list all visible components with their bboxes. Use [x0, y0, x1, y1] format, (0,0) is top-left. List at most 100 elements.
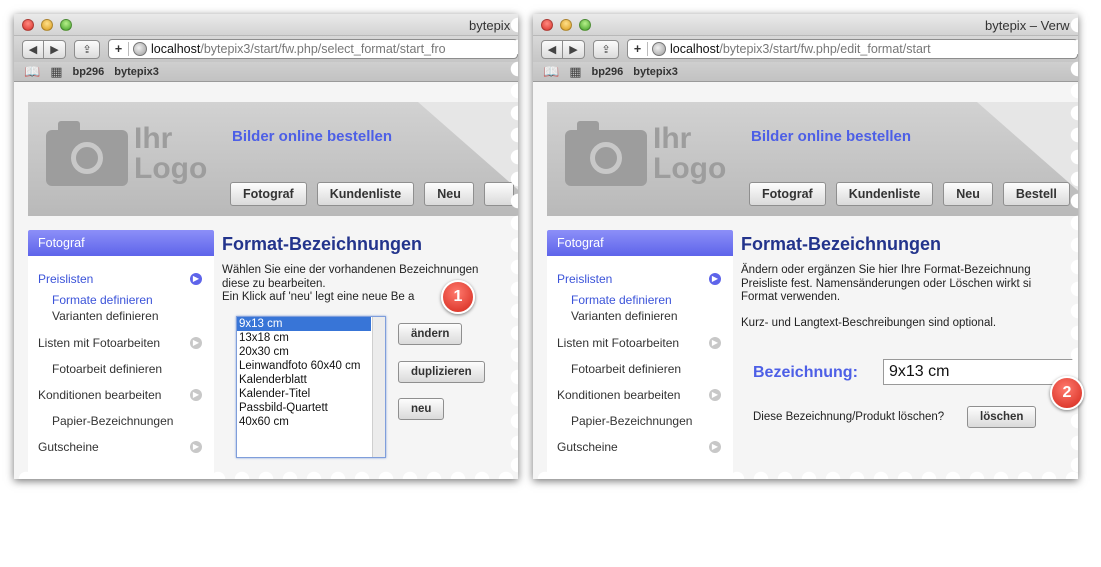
left-browser-window: bytepix ◀ ▶ ⇪ + localhost/bytepix3/start…: [14, 14, 518, 479]
sidebar-item-listen-fotoarbeiten[interactable]: Listen mit Fotoarbeiten ▶: [28, 330, 214, 356]
share-button[interactable]: ⇪: [593, 39, 619, 59]
nav-kundenliste-button[interactable]: Kundenliste: [316, 182, 415, 206]
step-badge-2: 2: [1050, 376, 1084, 410]
nav-neu-button[interactable]: Neu: [943, 182, 993, 206]
list-item[interactable]: 20x30 cm: [237, 345, 371, 359]
zoom-window-button[interactable]: [60, 19, 72, 31]
forward-button[interactable]: ▶: [44, 39, 66, 59]
chevron-right-icon: ▶: [709, 441, 721, 453]
logo-text: Ihr Logo: [134, 122, 208, 185]
zoom-window-button[interactable]: [579, 19, 591, 31]
nav-neu-button[interactable]: Neu: [424, 182, 474, 206]
sidebar-subitem-fotoarbeit[interactable]: Fotoarbeit definieren: [28, 356, 214, 382]
minimize-window-button[interactable]: [560, 19, 572, 31]
chevron-right-icon: ▶: [709, 389, 721, 401]
top-sites-grid-icon[interactable]: ▦: [50, 64, 62, 80]
bookmarks-bar: 📖 ▦ bp296 bytepix3: [533, 62, 1078, 82]
duplicate-button[interactable]: duplizieren: [398, 361, 485, 383]
sidebar-header: Fotograf: [547, 230, 733, 256]
logo-text: Ihr Logo: [653, 122, 727, 185]
sidebar-subitem-varianten[interactable]: Varianten definieren: [547, 308, 733, 324]
top-sites-grid-icon[interactable]: ▦: [569, 64, 581, 80]
list-item[interactable]: Passbild-Quartett: [237, 401, 371, 415]
web-page: Ihr Logo Bilder online bestellen Fotogra…: [533, 82, 1078, 479]
globe-icon: [652, 42, 666, 56]
sidebar-subitem-papier[interactable]: Papier-Bezeichnungen: [547, 408, 733, 434]
forward-arrow-icon: ▶: [50, 43, 59, 56]
list-item[interactable]: 13x18 cm: [237, 331, 371, 345]
reading-list-book-icon[interactable]: 📖: [543, 64, 559, 80]
forward-button[interactable]: ▶: [563, 39, 585, 59]
delete-prompt: Diese Bezeichnung/Produkt löschen?: [753, 411, 945, 423]
globe-icon: [133, 42, 147, 56]
list-item[interactable]: Leinwandfoto 60x40 cm: [237, 359, 371, 373]
sidebar-item-preislisten[interactable]: Preislisten ▶: [547, 266, 733, 292]
sidebar-subitem-formate[interactable]: Formate definieren: [547, 292, 733, 308]
url-path: /bytepix3/start/fw.php/edit_format/start: [719, 42, 931, 56]
history-buttons: ◀ ▶: [22, 39, 66, 59]
reading-list-book-icon[interactable]: 📖: [24, 64, 40, 80]
chevron-right-icon: ▶: [709, 337, 721, 349]
address-bar[interactable]: + localhost/bytepix3/start/fw.php/select…: [108, 39, 518, 59]
share-button[interactable]: ⇪: [74, 39, 100, 59]
nav-fotograf-button[interactable]: Fotograf: [749, 182, 826, 206]
share-icon: ⇪: [601, 43, 611, 56]
edit-button[interactable]: ändern: [398, 323, 463, 345]
close-window-button[interactable]: [22, 19, 34, 31]
sidebar-item-preislisten[interactable]: Preislisten ▶: [28, 266, 214, 292]
bookmark-item[interactable]: bytepix3: [633, 66, 678, 78]
step-badge-1: 1: [441, 280, 475, 314]
window-controls: [541, 19, 591, 31]
format-listbox[interactable]: 9x13 cm 13x18 cm 20x30 cm Leinwandfoto 6…: [236, 316, 386, 458]
list-item[interactable]: Kalenderblatt: [237, 373, 371, 387]
nav-fotograf-button[interactable]: Fotograf: [230, 182, 307, 206]
add-bookmark-plus-icon[interactable]: +: [109, 42, 129, 56]
chevron-right-icon: ▶: [190, 337, 202, 349]
add-bookmark-plus-icon[interactable]: +: [628, 42, 648, 56]
back-button[interactable]: ◀: [541, 39, 563, 59]
bookmark-item[interactable]: bytepix3: [114, 66, 159, 78]
delete-button[interactable]: löschen: [967, 406, 1037, 428]
page-title: Format-Bezeichnungen: [222, 234, 423, 254]
main-content: Format-Bezeichnungen Ändern oder ergänze…: [741, 230, 1078, 479]
sidebar-item-gutscheine[interactable]: Gutscheine ▶: [28, 434, 214, 460]
sidebar-item-gutscheine[interactable]: Gutscheine ▶: [547, 434, 733, 460]
bezeichnung-label: Bezeichnung:: [753, 364, 858, 381]
url-host: localhost: [670, 42, 720, 56]
new-button[interactable]: neu: [398, 398, 445, 420]
brand-title: Bilder online bestellen: [232, 128, 393, 145]
bookmark-item[interactable]: bp296: [72, 66, 104, 78]
history-buttons: ◀ ▶: [541, 39, 585, 59]
sidebar-subitem-fotoarbeit[interactable]: Fotoarbeit definieren: [547, 356, 733, 382]
minimize-window-button[interactable]: [41, 19, 53, 31]
sidebar-item-konditionen[interactable]: Konditionen bearbeiten ▶: [547, 382, 733, 408]
main-nav: Fotograf Kundenliste Neu: [230, 182, 514, 206]
optional-note: Kurz- und Langtext-Beschreibungen sind o…: [741, 316, 997, 329]
bookmark-item[interactable]: bp296: [591, 66, 623, 78]
sidebar-item-konditionen[interactable]: Konditionen bearbeiten ▶: [28, 382, 214, 408]
bezeichnung-input[interactable]: [883, 359, 1078, 385]
browser-toolbar: ◀ ▶ ⇪ + localhost/bytepix3/start/fw.php/…: [533, 36, 1078, 62]
back-button[interactable]: ◀: [22, 39, 44, 59]
nav-kundenliste-button[interactable]: Kundenliste: [835, 182, 934, 206]
instructions-text: Ändern oder ergänzen Sie hier Ihre Forma…: [741, 264, 1032, 303]
sidebar-subitem-varianten[interactable]: Varianten definieren: [28, 308, 214, 324]
back-arrow-icon: ◀: [547, 43, 557, 56]
page-title: Format-Bezeichnungen: [741, 234, 942, 254]
list-item[interactable]: 40x60 cm: [237, 415, 371, 429]
list-item[interactable]: Kalender-Titel: [237, 387, 371, 401]
browser-toolbar: ◀ ▶ ⇪ + localhost/bytepix3/start/fw.php/…: [14, 36, 518, 62]
list-item[interactable]: 9x13 cm: [237, 317, 371, 331]
nav-bestell-button[interactable]: Bestell: [1002, 182, 1070, 206]
camera-logo-icon: [565, 121, 647, 186]
listbox-scrollbar[interactable]: [372, 317, 385, 457]
sidebar-subitem-formate[interactable]: Formate definieren: [28, 292, 214, 308]
close-window-button[interactable]: [541, 19, 553, 31]
web-page: Ihr Logo Bilder online bestellen Fotogra…: [14, 82, 518, 479]
address-bar[interactable]: + localhost/bytepix3/start/fw.php/edit_f…: [627, 39, 1078, 59]
sidebar-item-listen-fotoarbeiten[interactable]: Listen mit Fotoarbeiten ▶: [547, 330, 733, 356]
sidebar-subitem-papier[interactable]: Papier-Bezeichnungen: [28, 408, 214, 434]
bookmarks-bar: 📖 ▦ bp296 bytepix3: [14, 62, 518, 82]
window-controls: [22, 19, 72, 31]
main-content: Format-Bezeichnungen Wählen Sie eine der…: [222, 230, 518, 479]
